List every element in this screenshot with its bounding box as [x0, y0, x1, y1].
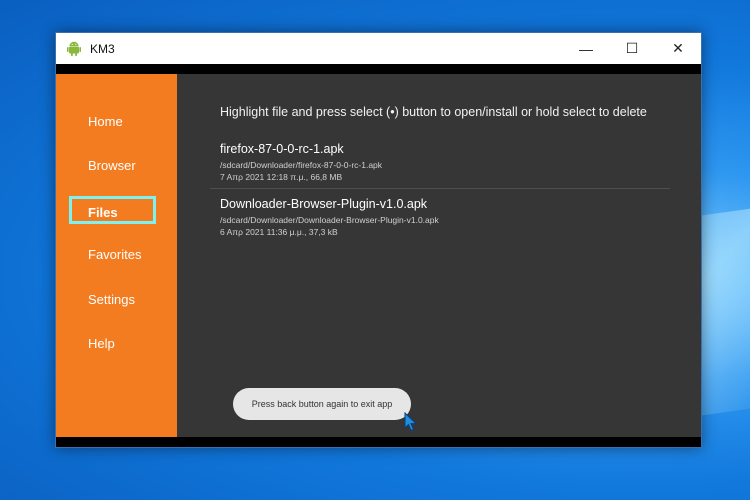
sidebar-item-help[interactable]: Help — [69, 330, 156, 358]
file-meta: 6 Απρ 2021 11:36 μ.μ., 37,3 kB — [220, 227, 338, 237]
sidebar-item-browser[interactable]: Browser — [69, 152, 156, 180]
android-icon — [66, 41, 82, 57]
file-name: firefox-87-0-0-rc-1.apk — [220, 142, 344, 156]
minimize-icon: — — [579, 40, 593, 57]
maximize-button[interactable]: ☐ — [609, 33, 655, 64]
sidebar-item-home[interactable]: Home — [69, 108, 156, 136]
maximize-icon: ☐ — [625, 40, 639, 56]
list-divider — [210, 188, 670, 189]
file-name: Downloader-Browser-Plugin-v1.0.apk — [220, 197, 428, 211]
window-title: KM3 — [90, 41, 115, 56]
top-status-strip — [56, 64, 701, 74]
minimize-button[interactable]: — — [563, 33, 609, 64]
sidebar-item-settings[interactable]: Settings — [69, 286, 156, 314]
title-bar[interactable]: KM3 — ☐ ✕ — [56, 33, 701, 64]
close-button[interactable]: ✕ — [655, 33, 701, 64]
file-list-item[interactable]: firefox-87-0-0-rc-1.apk /sdcard/Download… — [220, 142, 670, 182]
sidebar-item-files[interactable]: Files — [69, 196, 156, 224]
bottom-strip — [56, 437, 701, 447]
app-window: KM3 — ☐ ✕ Home Browser Files Favorites S… — [55, 32, 702, 448]
close-icon: ✕ — [672, 40, 684, 56]
sidebar: Home Browser Files Favorites Settings He… — [56, 74, 177, 437]
sidebar-item-favorites[interactable]: Favorites — [69, 241, 156, 269]
file-meta: 7 Απρ 2021 12:18 π.μ., 66,8 MB — [220, 172, 343, 182]
mouse-cursor-icon — [404, 412, 418, 432]
files-panel: Highlight file and press select (•) butt… — [177, 74, 701, 437]
file-list-item[interactable]: Downloader-Browser-Plugin-v1.0.apk /sdca… — [220, 197, 670, 237]
file-path: /sdcard/Downloader/firefox-87-0-0-rc-1.a… — [220, 160, 383, 170]
instructions-text: Highlight file and press select (•) butt… — [220, 105, 647, 119]
exit-toast: Press back button again to exit app — [233, 388, 411, 420]
file-path: /sdcard/Downloader/Downloader-Browser-Pl… — [220, 215, 439, 225]
